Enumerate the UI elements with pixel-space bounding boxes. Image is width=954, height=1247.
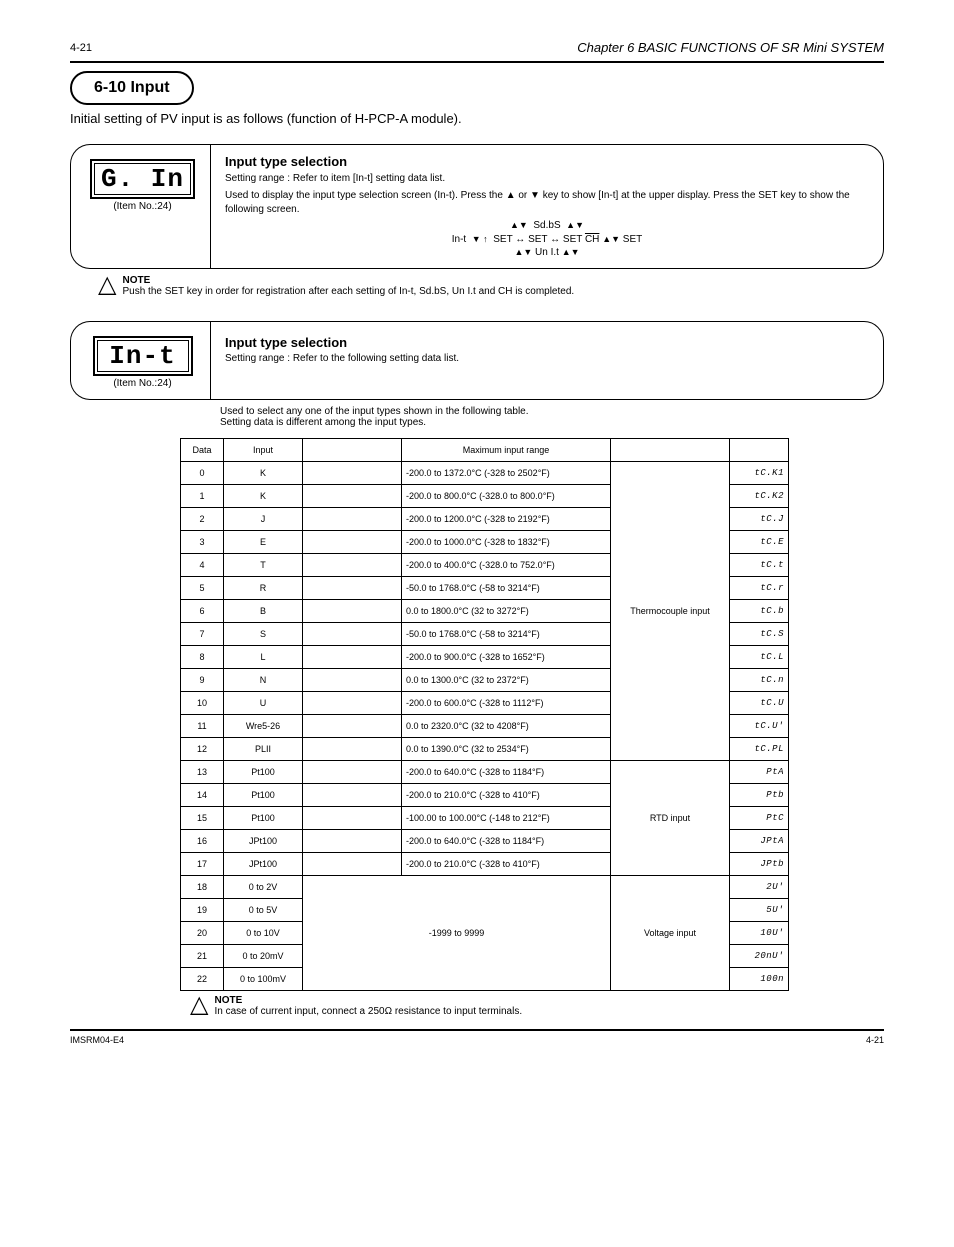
chapter-heading: Chapter 6 BASIC FUNCTIONS OF SR Mini SYS… bbox=[577, 40, 884, 55]
param-block-gin: G. In (Item No.:24) Input type selection… bbox=[70, 144, 884, 269]
lcd-display: G. In bbox=[94, 163, 191, 195]
lcd: G. In bbox=[90, 159, 195, 199]
col-data: Data bbox=[181, 438, 224, 461]
col-blank bbox=[303, 438, 402, 461]
key-layout-c: ▲▼ Un I.t ▲▼ bbox=[225, 246, 869, 260]
caution-icon: △ bbox=[98, 275, 116, 295]
param2-body1: Used to select any one of the input type… bbox=[220, 406, 884, 417]
lcd-display: In-t bbox=[97, 340, 189, 372]
col-seg bbox=[730, 438, 789, 461]
key-layout-a: ▲▼ Sd.bS ▲▼ bbox=[225, 219, 869, 233]
lcd-sub: (Item No.:24) bbox=[83, 201, 202, 212]
col-input: Input bbox=[224, 438, 303, 461]
top-header: 4-21 Chapter 6 BASIC FUNCTIONS OF SR Min… bbox=[70, 40, 884, 55]
param-intro: Used to display the input type selection… bbox=[225, 189, 869, 216]
lcd-container: G. In (Item No.:24) bbox=[70, 144, 210, 269]
footer: IMSRM04-E4 4-21 bbox=[70, 1029, 884, 1045]
footer-left: IMSRM04-E4 bbox=[70, 1035, 124, 1045]
footer-right: 4-21 bbox=[866, 1035, 884, 1045]
caution-icon: △ bbox=[190, 995, 208, 1015]
table-row: 180 to 2V-1999 to 9999Voltage input2U' bbox=[181, 875, 789, 898]
param-range: Setting range : Refer to item [In-t] set… bbox=[225, 172, 869, 186]
param-title: Input type selection bbox=[225, 153, 869, 171]
lcd-sub: (Item No.:24) bbox=[83, 378, 202, 389]
lcd: In-t bbox=[93, 336, 193, 376]
table-header-row: Data Input Maximum input range bbox=[181, 438, 789, 461]
section-pill: 6-10 Input bbox=[70, 71, 194, 105]
param-body: Input type selection Setting range : Ref… bbox=[210, 321, 884, 400]
table-row: 0K-200.0 to 1372.0°C (-328 to 2502°F)The… bbox=[181, 461, 789, 484]
note-2: △ NOTE In case of current input, connect… bbox=[190, 995, 884, 1017]
note-2-text: In case of current input, connect a 250Ω… bbox=[214, 1006, 522, 1017]
divider bbox=[70, 61, 884, 63]
param-body: Input type selection Setting range : Ref… bbox=[210, 144, 884, 269]
input-type-table: Data Input Maximum input range 0K-200.0 … bbox=[180, 438, 789, 991]
param2-body2: Setting data is different among the inpu… bbox=[220, 417, 884, 428]
key-layout-b: In-t ▼ ↑ SET ↔ SET ↔ SET CH ▲▼ SET bbox=[225, 233, 869, 247]
note-1: △ NOTE Push the SET key in order for reg… bbox=[98, 275, 884, 297]
col-range: Maximum input range bbox=[402, 438, 611, 461]
lcd-container: In-t (Item No.:24) bbox=[70, 321, 210, 400]
note-1-text: Push the SET key in order for registrati… bbox=[122, 286, 574, 297]
param-block-int: In-t (Item No.:24) Input type selection … bbox=[70, 321, 884, 400]
section-subtitle: Initial setting of PV input is as follow… bbox=[70, 111, 884, 126]
table-row: 13Pt100-200.0 to 640.0°C (-328 to 1184°F… bbox=[181, 760, 789, 783]
param-title: Input type selection bbox=[225, 334, 869, 352]
col-group bbox=[611, 438, 730, 461]
page-number-top: 4-21 bbox=[70, 42, 92, 54]
param-range: Setting range : Refer to the following s… bbox=[225, 352, 869, 366]
